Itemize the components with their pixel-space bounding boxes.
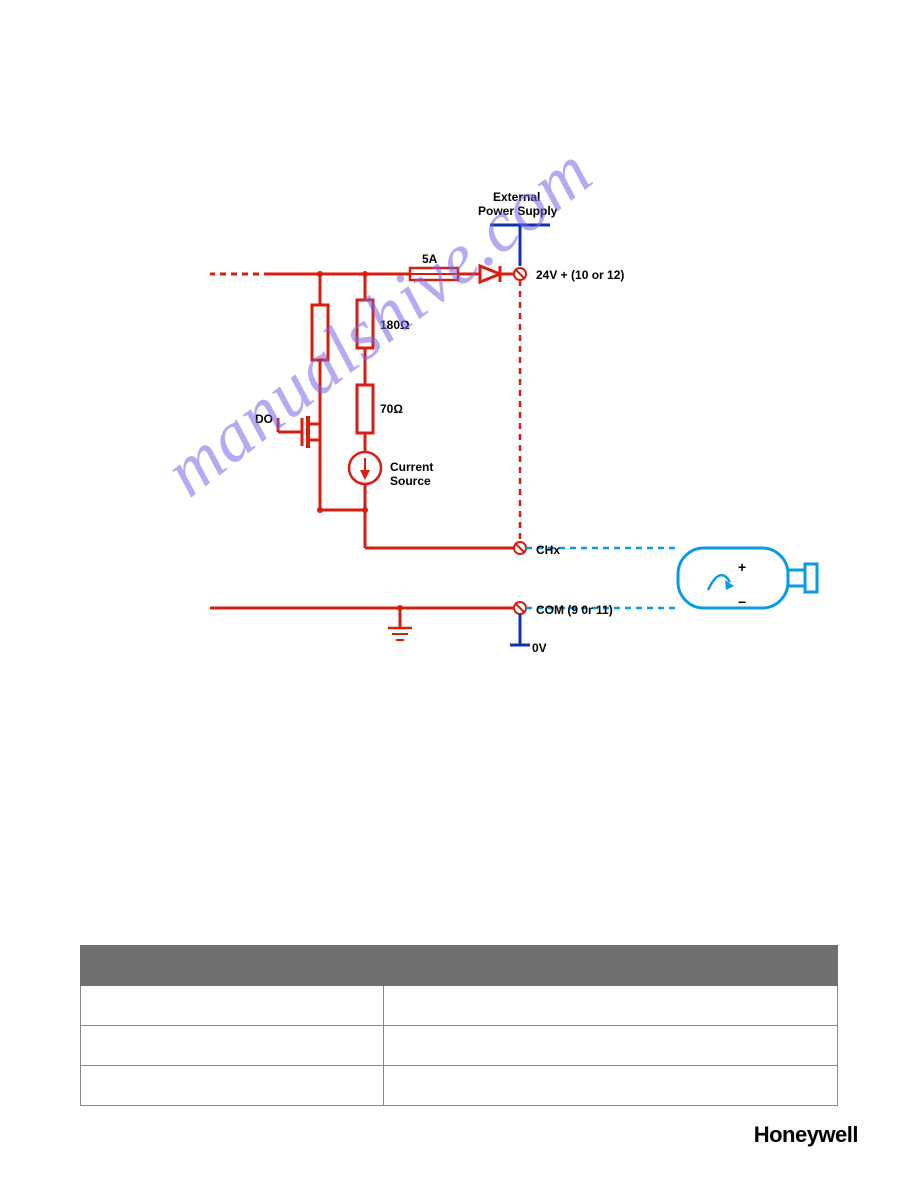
table-cell xyxy=(383,1026,837,1066)
table-header-1 xyxy=(81,946,384,986)
label-r1: 180Ω xyxy=(380,318,410,332)
label-load-plus: + xyxy=(738,559,746,576)
label-com: COM (9 0r 11) xyxy=(536,603,613,617)
label-power-supply-1: External xyxy=(493,190,540,204)
label-0v: 0V xyxy=(532,641,547,655)
label-r2: 70Ω xyxy=(380,402,403,416)
label-load-minus: − xyxy=(738,594,746,611)
page: External Power Supply 5A 24V + (10 or 12… xyxy=(0,0,918,1188)
brand-logo: Honeywell xyxy=(754,1122,858,1148)
label-power-supply-2: Power Supply xyxy=(478,204,557,218)
circuit-diagram: External Power Supply 5A 24V + (10 or 12… xyxy=(190,190,830,700)
table-cell xyxy=(81,1026,384,1066)
label-current-source-2: Source xyxy=(390,474,431,488)
label-current-source-1: Current xyxy=(390,460,433,474)
label-24v: 24V + (10 or 12) xyxy=(536,268,624,282)
table-cell xyxy=(383,986,837,1026)
circuit-svg xyxy=(190,190,830,700)
table-header-row xyxy=(81,946,838,986)
label-do: DO xyxy=(255,412,273,426)
table-row xyxy=(81,1026,838,1066)
spec-table xyxy=(80,945,838,1106)
table-row xyxy=(81,986,838,1026)
table-cell xyxy=(81,1066,384,1106)
label-fuse: 5A xyxy=(422,252,437,266)
table-row xyxy=(81,1066,838,1106)
table-cell xyxy=(81,986,384,1026)
table-cell xyxy=(383,1066,837,1106)
table-header-2 xyxy=(383,946,837,986)
label-chx: CHx xyxy=(536,543,560,557)
